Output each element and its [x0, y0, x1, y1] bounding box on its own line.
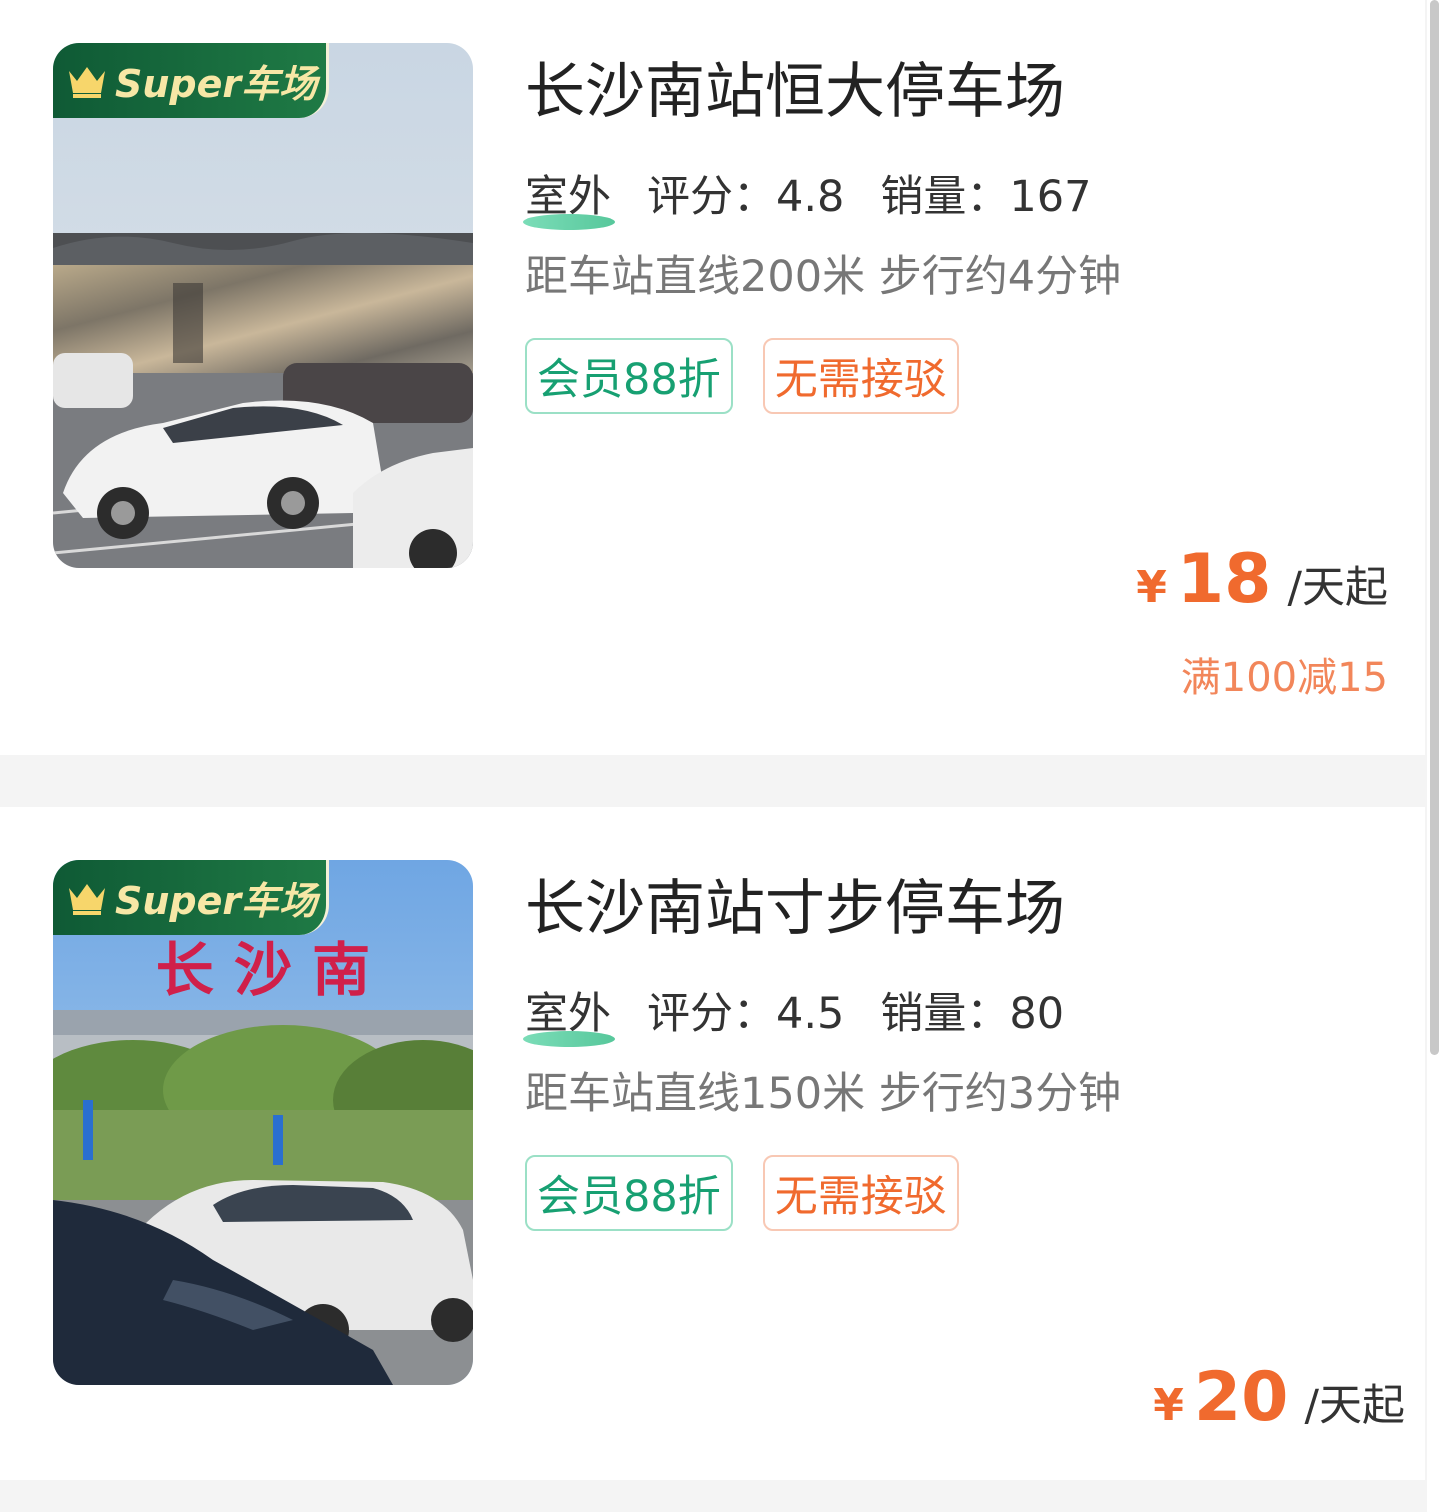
- tag-list: 会员88折 无需接驳: [525, 338, 1395, 414]
- no-shuttle-tag: 无需接驳: [762, 1155, 959, 1231]
- price-amount: 18: [1176, 540, 1272, 619]
- crown-icon: [69, 883, 105, 915]
- scrollbar[interactable]: [1427, 0, 1442, 1512]
- super-lot-badge-label: Super车场: [115, 62, 318, 106]
- parking-lot-photo-image: 长 沙 南: [53, 860, 473, 1385]
- currency-symbol: ¥: [1136, 562, 1167, 613]
- promo-text: 满100减15: [1180, 655, 1388, 701]
- price-amount: 20: [1193, 1358, 1289, 1437]
- distance-text: 距车站直线200米 步行约4分钟: [525, 252, 1122, 302]
- parking-lot-info: 长沙南站寸步停车场 室外 评分：4.5 销量：80 距车站直线150米 步行约3…: [523, 867, 1395, 1231]
- parking-lot-name[interactable]: 长沙南站寸步停车场: [525, 867, 1395, 951]
- crown-icon: [69, 66, 105, 98]
- scrollbar-thumb[interactable]: [1430, 0, 1439, 1055]
- sales-text: 销量：167: [880, 172, 1092, 222]
- parking-lot-list: Super车场 长沙南站恒大停车场 室外 评分：4.8 销量：167 距车站直线…: [0, 0, 1442, 1512]
- currency-symbol: ¥: [1153, 1380, 1184, 1431]
- price-unit: /天起: [1304, 1381, 1406, 1431]
- parking-lot-photo[interactable]: 长 沙 南 Super车场: [53, 860, 473, 1385]
- rating-text: 评分：4.5: [647, 989, 845, 1039]
- parking-lot-meta: 室外 评分：4.5 销量：80: [523, 979, 1395, 1047]
- parking-lot-photo[interactable]: Super车场: [53, 43, 473, 568]
- super-lot-badge-label: Super车场: [115, 879, 318, 923]
- price: ¥ 20 /天起: [1153, 1358, 1405, 1437]
- sales-text: 销量：80: [880, 989, 1065, 1039]
- distance-text: 距车站直线150米 步行约3分钟: [525, 1069, 1122, 1119]
- no-shuttle-tag: 无需接驳: [762, 338, 959, 414]
- rating-text: 评分：4.8: [647, 172, 845, 222]
- price-unit: /天起: [1287, 563, 1389, 613]
- parking-lot-name[interactable]: 长沙南站恒大停车场: [525, 50, 1395, 134]
- station-sign-text: 长 沙 南: [156, 936, 370, 1004]
- parking-lot-card[interactable]: Super车场 长沙南站恒大停车场 室外 评分：4.8 销量：167 距车站直线…: [0, 0, 1425, 755]
- parking-lot-photo-image: [53, 43, 473, 568]
- price: ¥ 18 /天起: [1136, 540, 1388, 619]
- tag-list: 会员88折 无需接驳: [525, 1155, 1395, 1231]
- super-lot-badge: Super车场: [53, 43, 329, 118]
- super-lot-badge: Super车场: [53, 860, 329, 935]
- member-discount-tag: 会员88折: [525, 1155, 733, 1231]
- environment-label: 室外: [523, 162, 615, 230]
- parking-lot-info: 长沙南站恒大停车场 室外 评分：4.8 销量：167 距车站直线200米 步行约…: [523, 50, 1395, 414]
- environment-label: 室外: [523, 979, 615, 1047]
- parking-lot-meta: 室外 评分：4.8 销量：167: [523, 162, 1395, 230]
- member-discount-tag: 会员88折: [525, 338, 733, 414]
